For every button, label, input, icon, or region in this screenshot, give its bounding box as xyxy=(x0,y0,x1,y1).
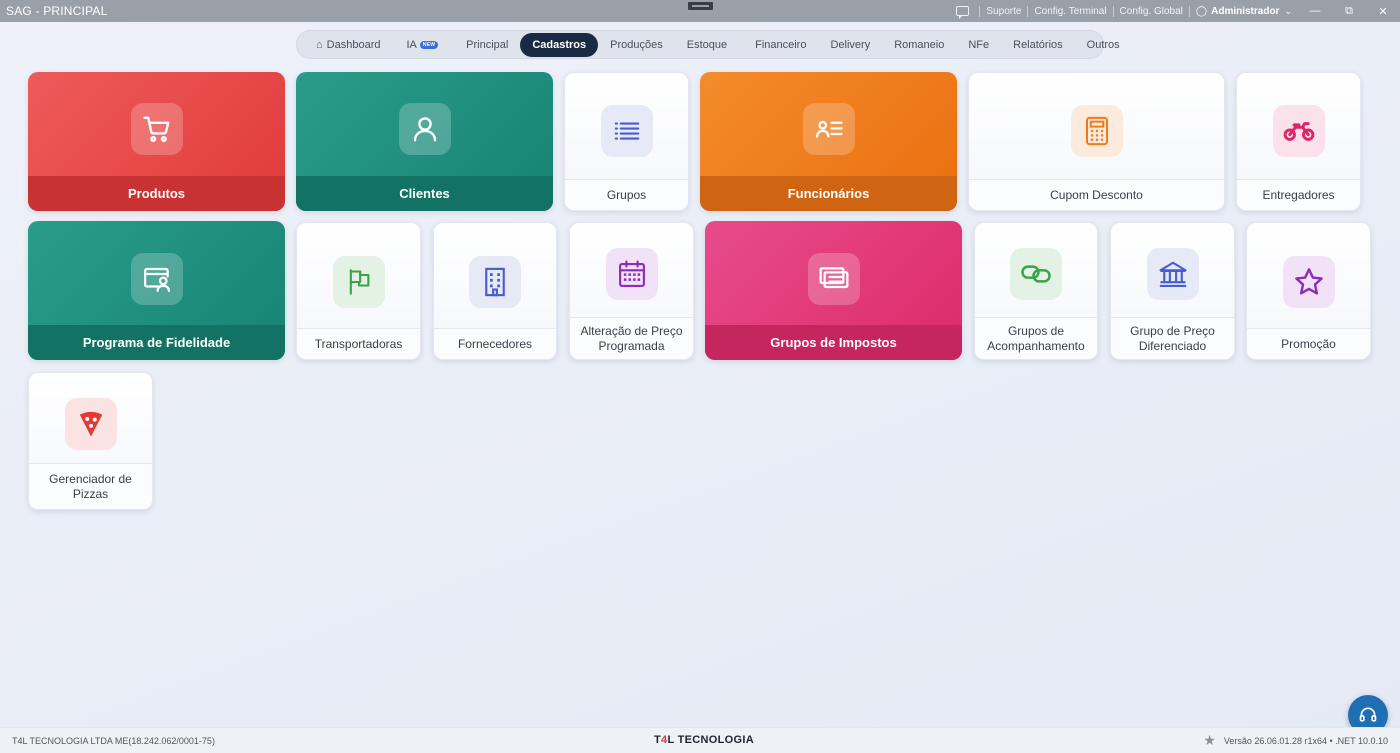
tab-label: Produções xyxy=(610,38,663,51)
tab-cadastros[interactable]: Cadastros xyxy=(520,32,599,57)
tab-estoque[interactable]: Estoque xyxy=(675,33,739,57)
status-bar: T4L TECNOLOGIA LTDA ME(18.242.062/0001-7… xyxy=(0,727,1400,753)
bank-icon xyxy=(1146,248,1199,300)
tile-gerenciador-pizzas[interactable]: Gerenciador de Pizzas xyxy=(28,372,153,510)
tile-label: Funcionários xyxy=(700,176,957,211)
restore-button[interactable]: ⧉ xyxy=(1332,0,1366,22)
close-button[interactable]: ✕ xyxy=(1366,0,1400,22)
tile-label: Gerenciador de Pizzas xyxy=(29,463,152,509)
tab-label: Relatórios xyxy=(1013,38,1063,51)
tab-nfe[interactable]: NFe xyxy=(956,33,1001,57)
chat-icon[interactable] xyxy=(956,6,970,19)
tile-label: Fornecedores xyxy=(434,328,556,359)
tab-label: IA xyxy=(406,38,417,51)
tab-delivery[interactable]: Delivery xyxy=(818,33,882,57)
tile-programa-fidelidade[interactable]: Programa de Fidelidade xyxy=(28,221,285,360)
drag-handle-icon[interactable] xyxy=(688,2,713,10)
tab-label: Estoque xyxy=(686,38,728,51)
cart-icon xyxy=(130,103,183,155)
tile-label: Clientes xyxy=(296,176,553,211)
tile-cupom-desconto[interactable]: Cupom Desconto xyxy=(968,72,1225,211)
tile-label: Grupos xyxy=(565,179,688,210)
main-nav: ⌂ Dashboard IA NEW Principal Cadastros P… xyxy=(296,30,1120,59)
tab-financeiro[interactable]: Financeiro xyxy=(743,33,818,57)
tile-alteracao-preco[interactable]: Alteração de Preço Programada xyxy=(569,222,694,360)
tile-label: Cupom Desconto xyxy=(969,179,1224,210)
tile-fornecedores[interactable]: Fornecedores xyxy=(433,222,557,360)
tab-label: Cadastros xyxy=(532,38,587,51)
tile-label: Produtos xyxy=(28,176,285,211)
calendar-icon xyxy=(605,248,658,300)
calculator-icon xyxy=(1070,105,1123,157)
user-menu[interactable]: ◯ Administrador ⌄ xyxy=(1190,6,1298,17)
headset-icon xyxy=(1359,707,1377,722)
titlebar-actions: Suporte Config. Terminal Config. Global … xyxy=(956,0,1400,22)
tab-principal[interactable]: Principal xyxy=(454,33,520,57)
id-card-icon xyxy=(802,103,855,155)
tile-label: Grupos de Acompanhamento xyxy=(975,317,1097,359)
flag-icon xyxy=(332,256,385,308)
brand-logo: T4L TECNOLOGIA xyxy=(654,734,754,746)
support-link[interactable]: Suporte xyxy=(980,6,1027,17)
star-icon xyxy=(1282,256,1335,308)
tile-produtos[interactable]: Produtos xyxy=(28,72,285,211)
tab-label: NFe xyxy=(968,38,990,51)
chevron-down-icon: ⌄ xyxy=(1284,5,1292,16)
tab-outros[interactable]: Outros xyxy=(1075,33,1132,57)
motorcycle-icon xyxy=(1272,105,1325,157)
version-info: Versão 26.06.01.28 r1x64 • .NET 10.0.10 xyxy=(1223,735,1388,746)
tile-promocao[interactable]: Promoção xyxy=(1246,222,1371,360)
global-config-link[interactable]: Config. Global xyxy=(1114,6,1189,17)
tab-label: Delivery xyxy=(830,38,871,51)
tab-romaneio[interactable]: Romaneio xyxy=(882,33,956,57)
window-titlebar: SAG - PRINCIPAL Suporte Config. Terminal… xyxy=(0,0,1400,22)
tile-funcionarios[interactable]: Funcionários xyxy=(700,72,957,211)
app-title: SAG - PRINCIPAL xyxy=(6,4,108,18)
status-right: ★ Versão 26.06.01.28 r1x64 • .NET 10.0.1… xyxy=(1203,732,1388,749)
tab-label: Financeiro xyxy=(755,38,807,51)
user-icon: ◯ xyxy=(1195,5,1208,17)
tab-label: Dashboard xyxy=(326,38,381,51)
tab-relatorios[interactable]: Relatórios xyxy=(1001,33,1075,57)
tile-transportadoras[interactable]: Transportadoras xyxy=(296,222,421,360)
tile-label: Programa de Fidelidade xyxy=(28,325,285,360)
tile-entregadores[interactable]: Entregadores xyxy=(1236,72,1361,211)
tab-producoes[interactable]: Produções xyxy=(598,33,675,57)
brand-prefix: T xyxy=(654,734,662,746)
tile-label: Grupos de Impostos xyxy=(705,325,962,360)
tab-label: Outros xyxy=(1086,38,1120,51)
terminal-config-link[interactable]: Config. Terminal xyxy=(1028,6,1112,17)
building-icon xyxy=(469,256,521,308)
user-name: Administrador xyxy=(1211,5,1280,17)
company-info: T4L TECNOLOGIA LTDA ME(18.242.062/0001-7… xyxy=(12,735,215,746)
pizza-icon xyxy=(64,398,117,450)
tile-grupo-preco-diferenciado[interactable]: Grupo de Preço Diferenciado xyxy=(1110,222,1235,360)
tile-clientes[interactable]: Clientes xyxy=(296,72,553,211)
new-badge: NEW xyxy=(419,40,439,49)
user-icon xyxy=(398,103,451,155)
tile-grupos-acompanhamento[interactable]: Grupos de Acompanhamento xyxy=(974,222,1098,360)
tile-grupos[interactable]: Grupos xyxy=(564,72,689,211)
tile-label: Alteração de Preço Programada xyxy=(570,317,693,359)
tile-grupos-impostos[interactable]: Grupos de Impostos xyxy=(705,221,962,360)
tile-label: Grupo de Preço Diferenciado xyxy=(1111,317,1234,359)
tile-label: Entregadores xyxy=(1237,179,1360,210)
tile-label: Promoção xyxy=(1247,328,1370,359)
loyalty-icon xyxy=(130,253,183,305)
minimize-button[interactable]: — xyxy=(1298,0,1332,22)
tab-label: Principal xyxy=(466,38,509,51)
favorite-star-icon[interactable]: ★ xyxy=(1203,732,1216,749)
link-icon xyxy=(1010,248,1062,300)
tax-icon xyxy=(807,253,860,305)
tab-ia[interactable]: IA NEW xyxy=(394,33,450,57)
tile-label: Transportadoras xyxy=(297,328,420,359)
tab-label: Romaneio xyxy=(894,38,945,51)
tab-dashboard[interactable]: ⌂ Dashboard xyxy=(304,33,392,57)
list-icon xyxy=(600,105,653,157)
brand-suffix: L TECNOLOGIA xyxy=(667,734,754,746)
home-icon: ⌂ xyxy=(316,38,323,51)
